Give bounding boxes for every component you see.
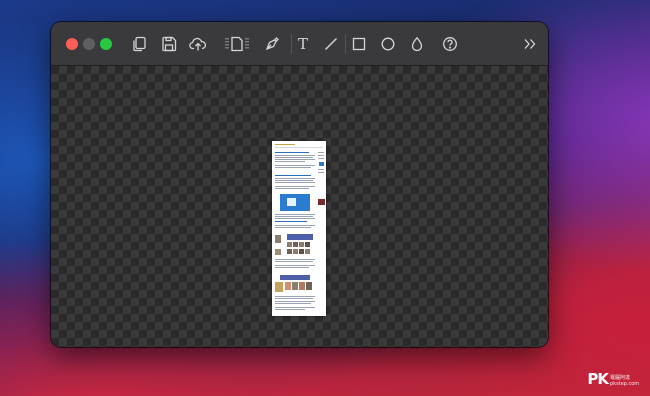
minimize-window-button[interactable]	[83, 38, 95, 50]
text-icon: T	[297, 35, 308, 53]
screenshot-editor-window: T	[51, 22, 548, 347]
watermark-text: 電腦阿達 pkstep.com	[610, 375, 640, 387]
site-watermark: PK 電腦阿達 pkstep.com	[587, 369, 640, 388]
upload-button[interactable]	[188, 34, 208, 54]
circle-icon	[381, 37, 395, 51]
toolbar: T	[51, 22, 548, 66]
circle-tool-button[interactable]	[378, 34, 398, 54]
expand-icon	[524, 39, 536, 49]
rectangle-icon	[352, 37, 366, 51]
line-tool-button[interactable]	[321, 34, 341, 54]
crop-icon	[225, 36, 249, 52]
help-button[interactable]	[440, 34, 460, 54]
help-icon	[443, 37, 457, 51]
cloud-upload-icon	[189, 37, 207, 51]
copy-icon	[133, 36, 146, 52]
maximize-window-button[interactable]	[100, 38, 112, 50]
copy-button[interactable]	[129, 34, 149, 54]
toolbar-separator	[291, 34, 292, 54]
crop-button[interactable]	[223, 34, 251, 54]
toolbar-separator	[345, 34, 346, 54]
save-button[interactable]	[159, 34, 179, 54]
close-window-button[interactable]	[66, 38, 78, 50]
color-picker-button[interactable]	[407, 34, 427, 54]
captured-screenshot-thumbnail	[272, 141, 326, 316]
save-icon	[162, 36, 177, 52]
drop-icon	[411, 36, 423, 52]
rectangle-tool-button[interactable]	[349, 34, 369, 54]
pen-tool-button[interactable]	[262, 34, 282, 54]
pen-icon	[265, 37, 279, 51]
watermark-logo: PK	[587, 370, 609, 388]
text-tool-button[interactable]: T	[293, 34, 313, 54]
image-canvas[interactable]	[51, 66, 548, 347]
expand-toolbar-button[interactable]	[520, 34, 540, 54]
line-icon	[325, 38, 337, 50]
